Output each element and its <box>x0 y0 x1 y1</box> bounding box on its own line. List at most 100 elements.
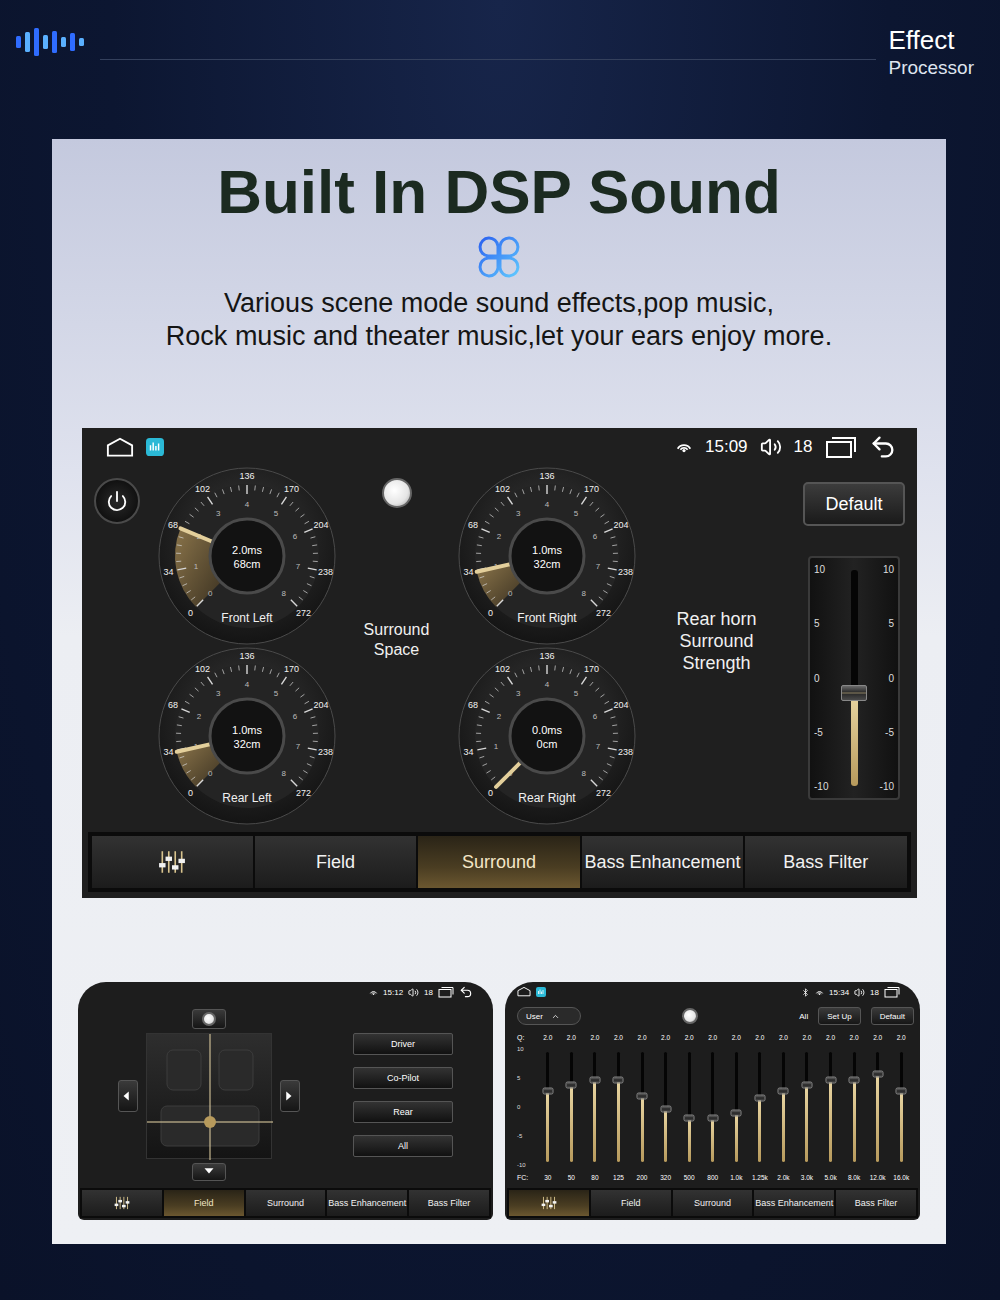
effect-tab[interactable]: Surround <box>246 1190 326 1216</box>
field-position-button[interactable]: Driver <box>353 1033 453 1055</box>
delay-dial[interactable]: 034681021361702042382720123456780.0ms0cm… <box>457 646 637 826</box>
slider-tick: 10 <box>872 564 894 575</box>
chevron-up-icon <box>551 1012 560 1021</box>
field-right-button[interactable] <box>280 1080 300 1112</box>
effect-tab[interactable]: Field <box>591 1190 671 1216</box>
effect-tab[interactable]: Field <box>255 836 416 888</box>
slider-handle[interactable] <box>589 1076 600 1083</box>
slider-handle[interactable] <box>778 1087 789 1094</box>
eq-grid: Q:2.02.02.02.02.02.02.02.02.02.02.02.02.… <box>505 1030 920 1188</box>
eq-setup-button[interactable]: Set Up <box>818 1007 860 1025</box>
effect-tab[interactable]: Bass Enhancement <box>754 1190 834 1216</box>
slider-handle[interactable] <box>660 1106 671 1113</box>
slider-track[interactable] <box>782 1052 785 1162</box>
slider-fill <box>711 1118 714 1162</box>
slider-handle[interactable] <box>684 1115 695 1122</box>
slider-handle[interactable] <box>754 1095 765 1102</box>
effect-tab[interactable]: Surround <box>673 1190 753 1216</box>
slider-track[interactable] <box>546 1052 549 1162</box>
slider-track[interactable] <box>593 1052 596 1162</box>
effect-tab[interactable]: Bass Filter <box>409 1190 489 1216</box>
slider-handle[interactable] <box>637 1093 648 1100</box>
slider-fill <box>688 1118 691 1162</box>
eq-default-button[interactable]: Default <box>871 1007 914 1025</box>
slider-handle[interactable] <box>707 1115 718 1122</box>
field-position-button[interactable]: Rear <box>353 1101 453 1123</box>
band-slider <box>631 1044 653 1170</box>
dsp-app-icon[interactable] <box>536 987 546 997</box>
dial-outer-tick: 102 <box>195 484 210 494</box>
recent-apps-icon[interactable] <box>884 986 900 998</box>
recent-apps-icon[interactable] <box>825 435 857 459</box>
effect-tab[interactable]: Bass Enhancement <box>582 836 743 888</box>
slider-handle[interactable] <box>542 1087 553 1094</box>
slider-handle[interactable] <box>613 1076 624 1083</box>
slider-track[interactable] <box>758 1052 761 1162</box>
power-button[interactable] <box>94 478 140 524</box>
delay-dial[interactable]: 034681021361702042382720123456782.0ms68c… <box>157 466 337 646</box>
field-position-button[interactable]: Co-Pilot <box>353 1067 453 1089</box>
back-icon[interactable] <box>459 985 473 999</box>
eq-all-label[interactable]: All <box>799 1012 808 1021</box>
effect-tab[interactable] <box>82 1190 162 1216</box>
slider-handle[interactable] <box>872 1071 883 1078</box>
effect-tab-bar: FieldSurroundBass EnhancementBass Filter <box>88 832 911 892</box>
slider-fill <box>617 1080 620 1163</box>
band-q: 2.0 <box>631 1030 653 1044</box>
slider-track[interactable] <box>735 1052 738 1162</box>
slider-track[interactable] <box>641 1052 644 1162</box>
slider-handle[interactable] <box>825 1076 836 1083</box>
surround-body: 034681021361702042382720123456782.0ms68c… <box>82 466 917 832</box>
field-down-button[interactable] <box>192 1163 226 1181</box>
home-icon[interactable] <box>517 986 531 997</box>
seat-crosshair-icon <box>147 1034 273 1160</box>
slider-handle[interactable] <box>849 1076 860 1083</box>
slider-track[interactable] <box>900 1052 903 1162</box>
slider-track[interactable] <box>829 1052 832 1162</box>
slider-track[interactable] <box>805 1052 808 1162</box>
effect-tab[interactable]: Field <box>164 1190 244 1216</box>
slider-track[interactable] <box>851 570 858 786</box>
seat-map[interactable] <box>146 1033 272 1159</box>
equalizer-icon <box>114 1195 130 1211</box>
default-button[interactable]: Default <box>803 482 905 526</box>
slider-handle[interactable] <box>801 1082 812 1089</box>
effect-tab[interactable]: Bass Filter <box>836 1190 916 1216</box>
dsp-app-icon[interactable] <box>146 438 164 456</box>
slider-handle[interactable] <box>896 1087 907 1094</box>
surround-space-knob[interactable] <box>382 478 412 508</box>
slider-handle[interactable] <box>566 1082 577 1089</box>
band-frequency: 30 <box>537 1170 559 1184</box>
slider-handle[interactable] <box>841 685 867 701</box>
home-icon[interactable] <box>106 436 134 458</box>
slider-track[interactable] <box>853 1052 856 1162</box>
effect-tab[interactable]: Surround <box>418 836 579 888</box>
dial-outer-tick: 170 <box>283 484 298 494</box>
eq-knob[interactable] <box>682 1008 698 1024</box>
slider-track[interactable] <box>711 1052 714 1162</box>
slider-label-column: Rear horn Surround Strength <box>642 466 792 832</box>
dial-name: Rear Right <box>518 791 576 805</box>
band-slider <box>890 1044 912 1170</box>
slider-handle[interactable] <box>731 1109 742 1116</box>
effect-tab[interactable] <box>92 836 253 888</box>
hero-icon-wrap <box>475 233 523 281</box>
delay-dial[interactable]: 034681021361702042382720123456781.0ms32c… <box>157 646 337 826</box>
field-position-button[interactable]: All <box>353 1135 453 1157</box>
slider-track[interactable] <box>617 1052 620 1162</box>
effect-tab[interactable]: Bass Enhancement <box>327 1190 407 1216</box>
back-icon[interactable] <box>869 433 897 461</box>
effect-tab[interactable]: Bass Filter <box>745 836 906 888</box>
slider-track[interactable] <box>570 1052 573 1162</box>
delay-dial[interactable]: 034681021361702042382720123456781.0ms32c… <box>457 466 637 646</box>
field-left-button[interactable] <box>118 1080 138 1112</box>
dial-inner-tick: 2 <box>496 532 501 541</box>
slider-track[interactable] <box>664 1052 667 1162</box>
preset-select[interactable]: User <box>517 1007 581 1025</box>
slider-track[interactable] <box>688 1052 691 1162</box>
effect-tab[interactable] <box>509 1190 589 1216</box>
seat-row <box>118 1033 300 1159</box>
slider-track[interactable] <box>876 1052 879 1162</box>
field-up-button[interactable] <box>192 1009 226 1029</box>
recent-apps-icon[interactable] <box>438 986 454 998</box>
